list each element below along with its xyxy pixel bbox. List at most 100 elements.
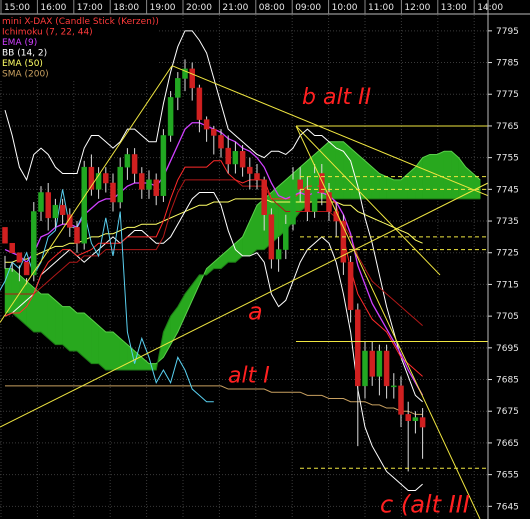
cloud-segment <box>26 280 35 333</box>
candle-body <box>131 154 138 174</box>
y-tick-label: 7755 <box>496 154 519 164</box>
candle-body <box>16 252 23 263</box>
y-tick-label: 7745 <box>496 185 519 195</box>
candle-body <box>175 78 181 98</box>
cloud-segment <box>105 331 114 371</box>
y-tick-label: 7695 <box>496 344 519 354</box>
y-tick-label: 7675 <box>496 407 519 417</box>
candle-body <box>268 214 275 260</box>
candle-body <box>211 128 217 136</box>
cloud-segment <box>69 306 78 352</box>
candle-body <box>160 135 167 196</box>
candle-body <box>355 309 361 387</box>
cloud-segment <box>443 151 452 200</box>
chart-window: b alt II a alt I c (alt III 15:00 16:00 17:00… <box>0 0 530 519</box>
x-tick-label: 18:00 <box>113 3 139 13</box>
candle-body <box>146 179 152 190</box>
candle-body <box>218 135 224 149</box>
legend-entry: EMA (50) <box>2 59 43 69</box>
x-tick-label: 15:00 <box>4 3 30 13</box>
y-tick-label: 7665 <box>496 439 519 449</box>
candle-body <box>232 151 239 165</box>
cloud-segment <box>91 318 99 364</box>
cloud-segment <box>328 141 337 200</box>
x-tick-label: 13:00 <box>441 3 467 13</box>
candle-body <box>124 154 131 168</box>
candle-body <box>52 204 59 219</box>
x-axis: 15:00 16:00 17:00 18:00 19:00 20:00 21:00 08:00… <box>0 0 530 15</box>
candle-body <box>23 261 30 276</box>
candle-body <box>196 87 203 120</box>
y-tick-label: 7645 <box>496 502 519 512</box>
candle-body <box>283 223 289 250</box>
annotation-0: b alt II <box>302 85 371 110</box>
y-tick-label: 7775 <box>496 90 519 100</box>
cloud-segment <box>451 150 459 200</box>
candle-body <box>297 179 303 190</box>
y-tick-label: 7705 <box>496 312 519 322</box>
legend-entry: mini X-DAX (Candle Stick (Kerzen)) <box>2 17 159 27</box>
legend-entry: Ichimoku (7, 22, 44) <box>2 28 93 38</box>
y-tick-label: 7765 <box>496 122 519 132</box>
candle-body <box>203 119 210 130</box>
legend-entry: EMA (9) <box>2 38 37 48</box>
y-tick-label: 7785 <box>496 59 519 69</box>
candle-body <box>391 385 397 388</box>
candle-body <box>117 166 123 203</box>
candle-body <box>9 242 15 253</box>
candle-body <box>189 68 195 89</box>
candle-body <box>254 173 260 181</box>
cloud-segment <box>55 299 63 345</box>
legend-entry: BB (14, 2) <box>2 49 47 59</box>
candle-body <box>304 189 311 212</box>
cloud-segment <box>343 141 351 200</box>
candle-body <box>347 261 354 311</box>
cloud-segment <box>76 312 85 358</box>
candle-body <box>383 350 390 387</box>
annotation-2: alt I <box>228 364 270 389</box>
candle-body <box>398 385 404 415</box>
candle-body <box>38 192 44 212</box>
candle-body <box>247 166 253 174</box>
candle-body <box>81 166 87 244</box>
x-tick-label: 17:00 <box>77 3 103 13</box>
candle-body <box>59 204 66 215</box>
x-tick-label: 19:00 <box>150 3 176 13</box>
y-tick-label: 7685 <box>496 376 519 386</box>
x-tick-label: 16:00 <box>40 3 66 13</box>
x-tick-label: 08:00 <box>259 3 285 13</box>
candle-body <box>103 173 109 184</box>
candle-body <box>225 147 231 165</box>
cloud-segment <box>386 176 395 200</box>
candle-body <box>45 192 51 219</box>
x-tick-label: 21:00 <box>222 3 248 13</box>
candle-body <box>419 417 426 428</box>
candle-body <box>412 417 419 421</box>
x-tick-label: 11:00 <box>368 3 394 13</box>
cloud-segment <box>47 293 56 346</box>
candle-body <box>167 97 174 136</box>
cloud-segment <box>62 306 71 352</box>
candle-body <box>369 350 375 377</box>
cloud-segment <box>83 312 92 365</box>
annotation-1: a <box>248 297 263 325</box>
candle-body <box>31 211 37 276</box>
candle-body <box>139 173 145 190</box>
candle-body <box>153 179 159 196</box>
candle-body <box>311 173 318 212</box>
candle-body <box>362 350 368 387</box>
cloud-segment <box>98 325 107 371</box>
cloud-segment <box>19 274 27 327</box>
x-tick-label: 10:00 <box>332 3 358 13</box>
y-tick-label: 7715 <box>496 280 519 290</box>
candle-body <box>110 182 116 203</box>
candle-body <box>239 151 246 168</box>
x-tick-label: 14:00 <box>477 3 503 13</box>
x-tick-label: 12:00 <box>404 3 430 13</box>
candle-body <box>405 414 411 421</box>
cloud-segment <box>33 287 42 333</box>
candle-body <box>2 227 8 244</box>
annotation-3: c (alt III <box>380 491 470 519</box>
y-tick-label: 7795 <box>496 27 519 37</box>
candle-body <box>275 249 282 260</box>
